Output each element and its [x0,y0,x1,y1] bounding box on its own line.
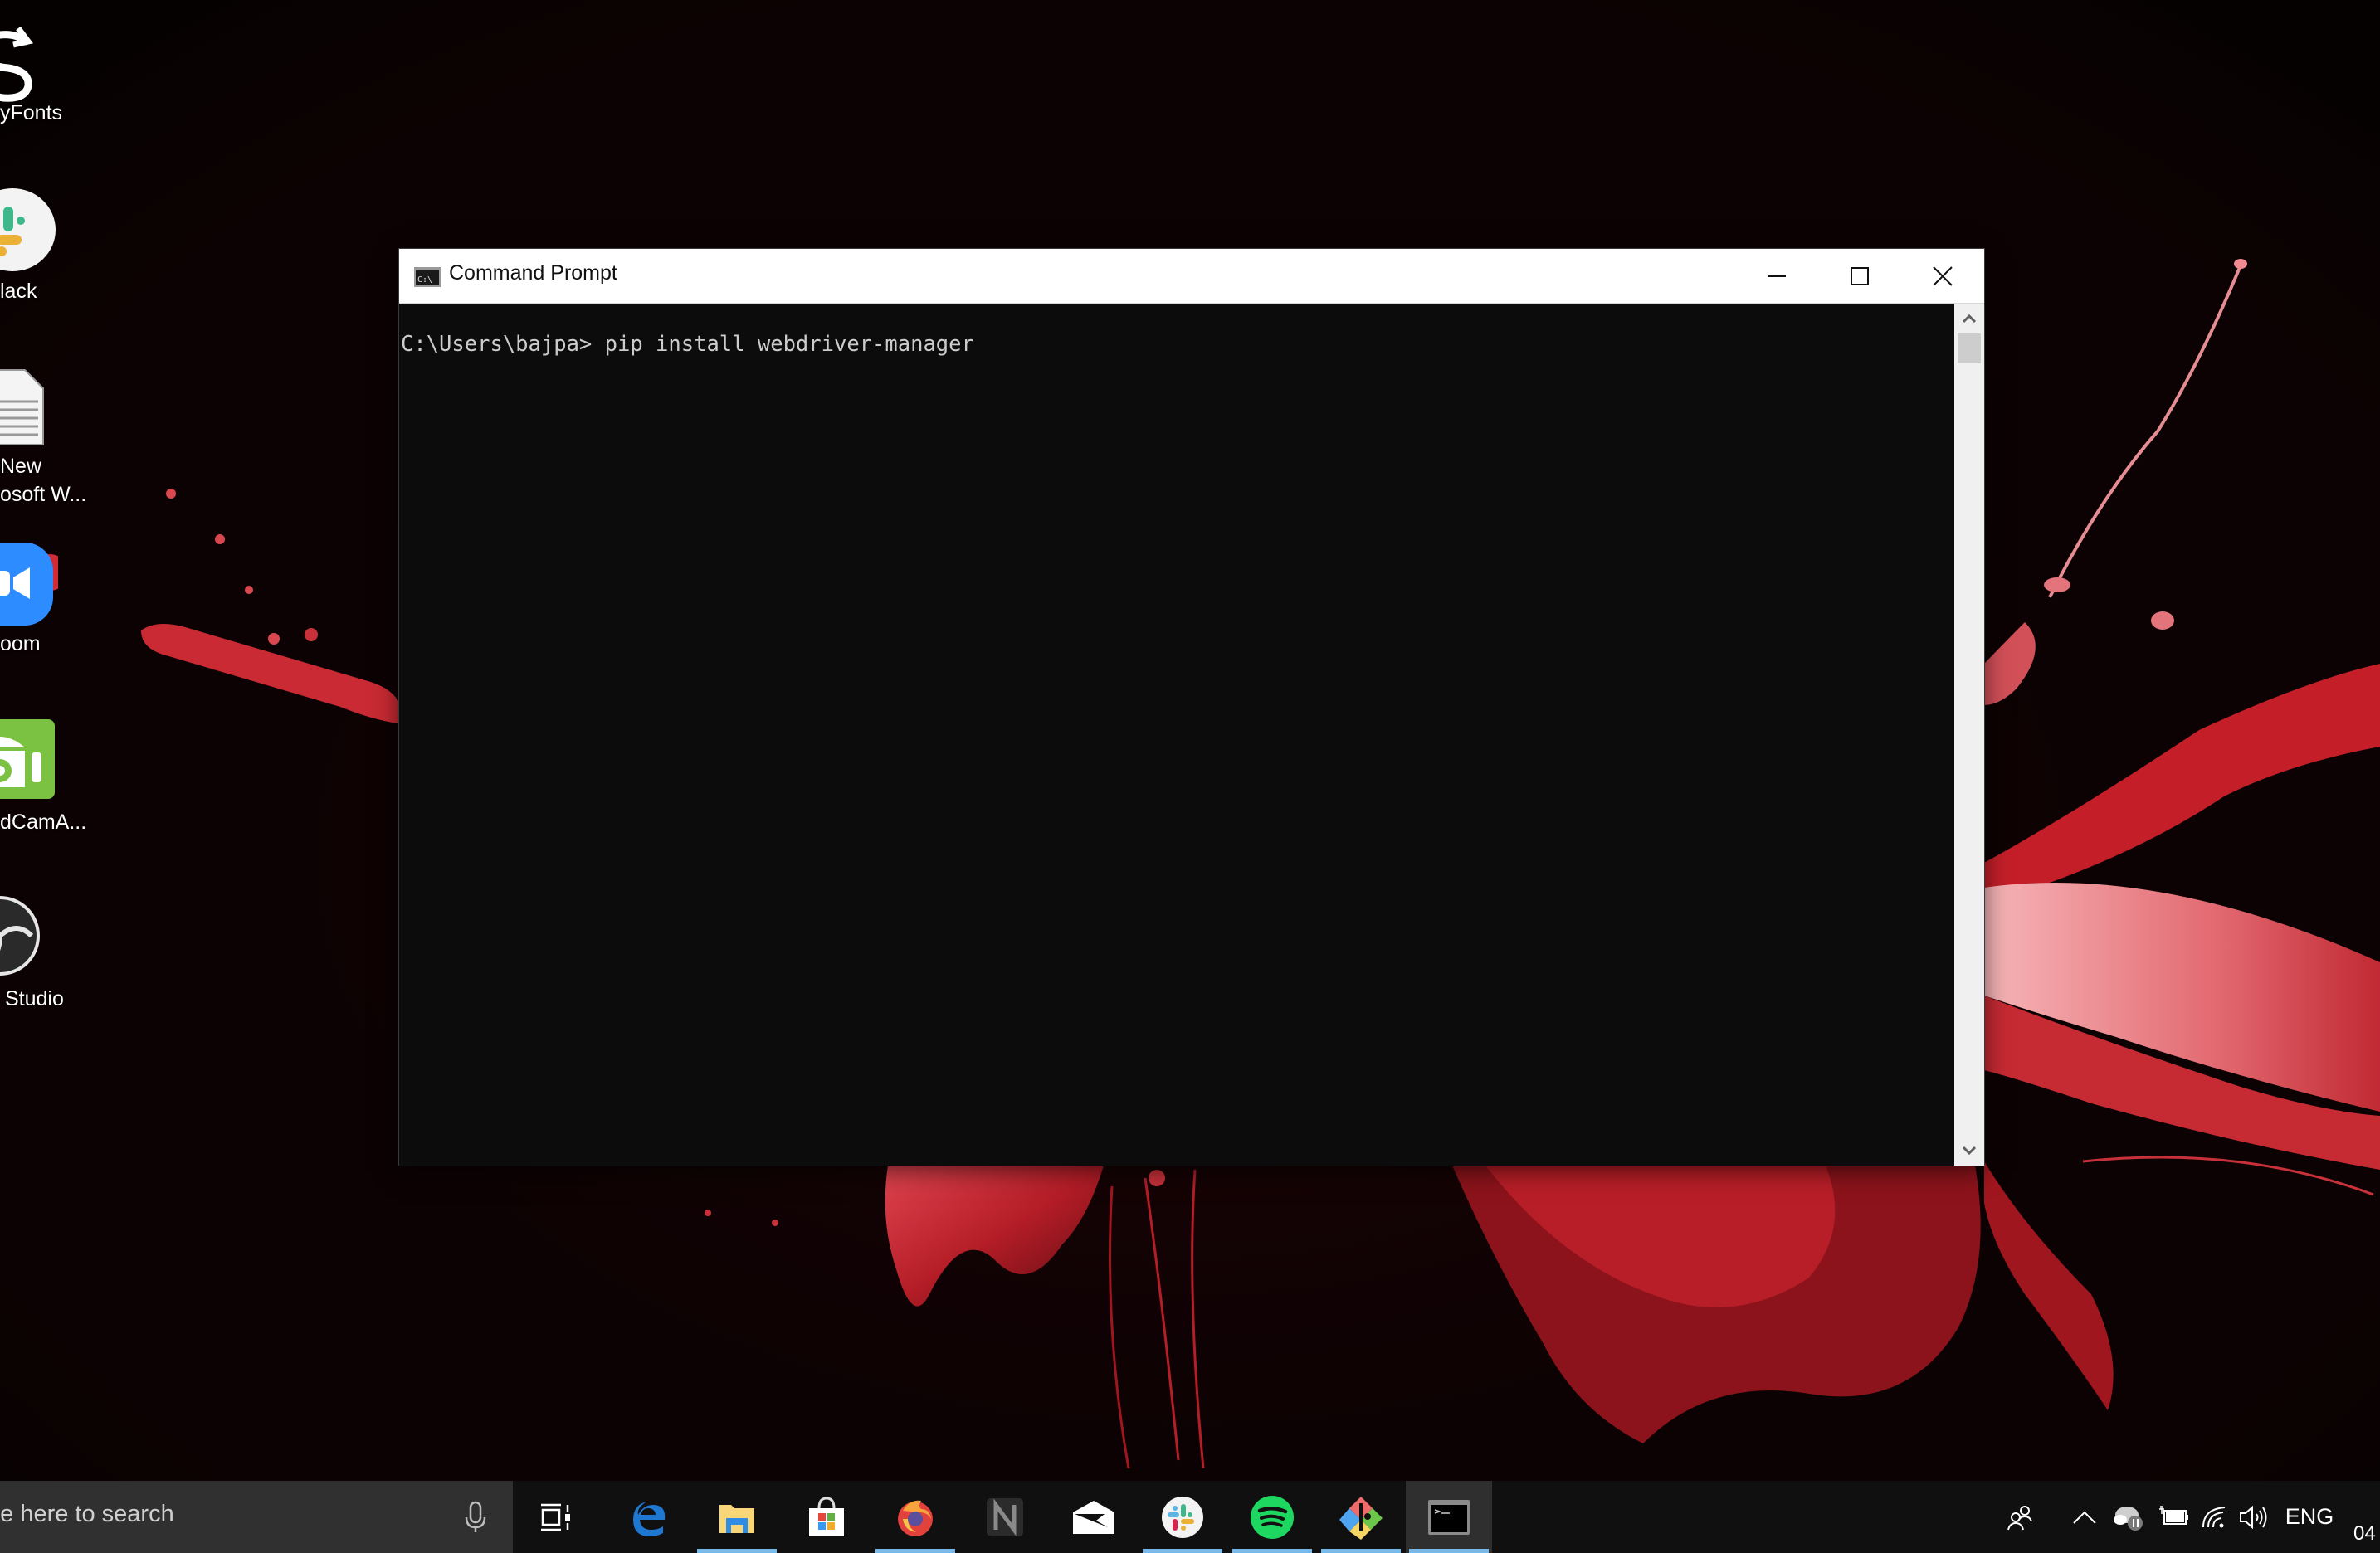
zoom-icon [0,543,58,626]
taskbar-edge[interactable] [606,1481,692,1553]
cmd-icon: C:\ [414,267,441,287]
firefox-icon [898,1500,933,1536]
minimize-button[interactable] [1735,249,1818,303]
running-indicator [1232,1549,1312,1553]
scrollbar-thumb[interactable] [1958,333,1981,363]
maximize-icon [1851,266,1869,285]
vertical-scrollbar[interactable] [1954,304,1984,1166]
desktop-icon-label: osoft W... [0,483,87,506]
desktop-icon-label: yFonts [0,101,63,124]
notion-icon [987,1497,1023,1536]
tray-battery[interactable] [2154,1481,2192,1553]
console-output[interactable]: C:\Users\bajpa> pip install webdriver-ma… [399,304,1954,1166]
tray-people[interactable] [2000,1481,2041,1553]
close-button[interactable] [1901,249,1984,303]
desktop-icon-label: New [0,455,42,478]
slack-icon [1162,1496,1203,1538]
taskbar: pe here to search ENG 04 [0,1481,2380,1553]
running-indicator [1321,1549,1401,1553]
minimize-icon [1768,275,1786,277]
chevron-down-icon [1962,1146,1977,1156]
desktop-icon-label: dCamA... [0,811,87,834]
running-indicator [697,1549,777,1553]
taskbar-microsoft-store[interactable] [783,1481,870,1553]
microphone-icon[interactable] [463,1501,488,1534]
gitkraken-icon [1339,1496,1383,1540]
chevron-up-icon [1962,314,1977,324]
taskbar-file-explorer[interactable] [694,1481,780,1553]
taskbar-gitkraken[interactable] [1318,1481,1404,1553]
close-icon [1933,265,1953,286]
desktop-icon-label: oom [0,632,41,655]
taskbar-task-view[interactable] [513,1481,599,1553]
tray-wifi[interactable] [2196,1481,2232,1553]
title-bar[interactable]: C:\ Command Prompt [399,249,1984,304]
tray-volume[interactable] [2236,1481,2272,1553]
taskbar-notion[interactable] [962,1481,1048,1553]
tray-overflow-button[interactable] [2066,1481,2103,1553]
console-line: C:\Users\bajpa> pip install webdriver-ma… [401,332,974,357]
taskbar-mail[interactable] [1051,1481,1137,1553]
taskbar-command-prompt[interactable] [1406,1481,1492,1553]
store-icon [809,1496,844,1536]
battery-charging-icon [2159,1505,2188,1525]
desktop-icon-label: Studio [5,987,64,1010]
cmd-icon [1428,1499,1470,1535]
tray-onedrive[interactable] [2108,1481,2149,1553]
running-indicator [1143,1549,1222,1553]
spotify-icon [1251,1495,1294,1539]
taskbar-firefox[interactable] [872,1481,958,1553]
wifi-icon [2202,1506,2226,1527]
word-document-icon [0,369,44,445]
taskbar-slack[interactable] [1139,1481,1226,1553]
task-view-icon [541,1503,570,1531]
people-icon [2007,1505,2032,1530]
window-title: Command Prompt [449,261,617,285]
scroll-up-button[interactable] [1954,304,1984,333]
taskbar-spotify[interactable] [1229,1481,1315,1553]
tray-clock[interactable]: 04 [2353,1522,2376,1546]
chevron-up-icon [2073,1511,2096,1524]
scroll-down-button[interactable] [1954,1136,1984,1166]
tray-language[interactable]: ENG [2280,1481,2339,1553]
svg-text:C:\: C:\ [417,275,432,285]
volume-icon [2240,1505,2267,1529]
search-placeholder: pe here to search [0,1501,174,1527]
obs-studio-icon [0,896,40,976]
onedrive-paused-icon [2114,1506,2143,1531]
language-indicator: ENG [2285,1504,2334,1529]
maximize-button[interactable] [1818,249,1901,303]
droidcam-icon [0,719,55,799]
running-indicator [1409,1549,1489,1553]
taskbar-search-box[interactable]: pe here to search [0,1481,513,1553]
slack-icon [0,188,56,271]
myfonts-icon [0,26,34,102]
edge-icon [633,1501,666,1536]
folder-icon [719,1504,754,1533]
desktop-icon-label: lack [0,280,37,303]
command-prompt-window[interactable]: C:\ Command Prompt C:\Users\bajpa> pip i… [399,249,1984,1166]
running-indicator [875,1549,955,1553]
mail-icon [1073,1500,1114,1534]
